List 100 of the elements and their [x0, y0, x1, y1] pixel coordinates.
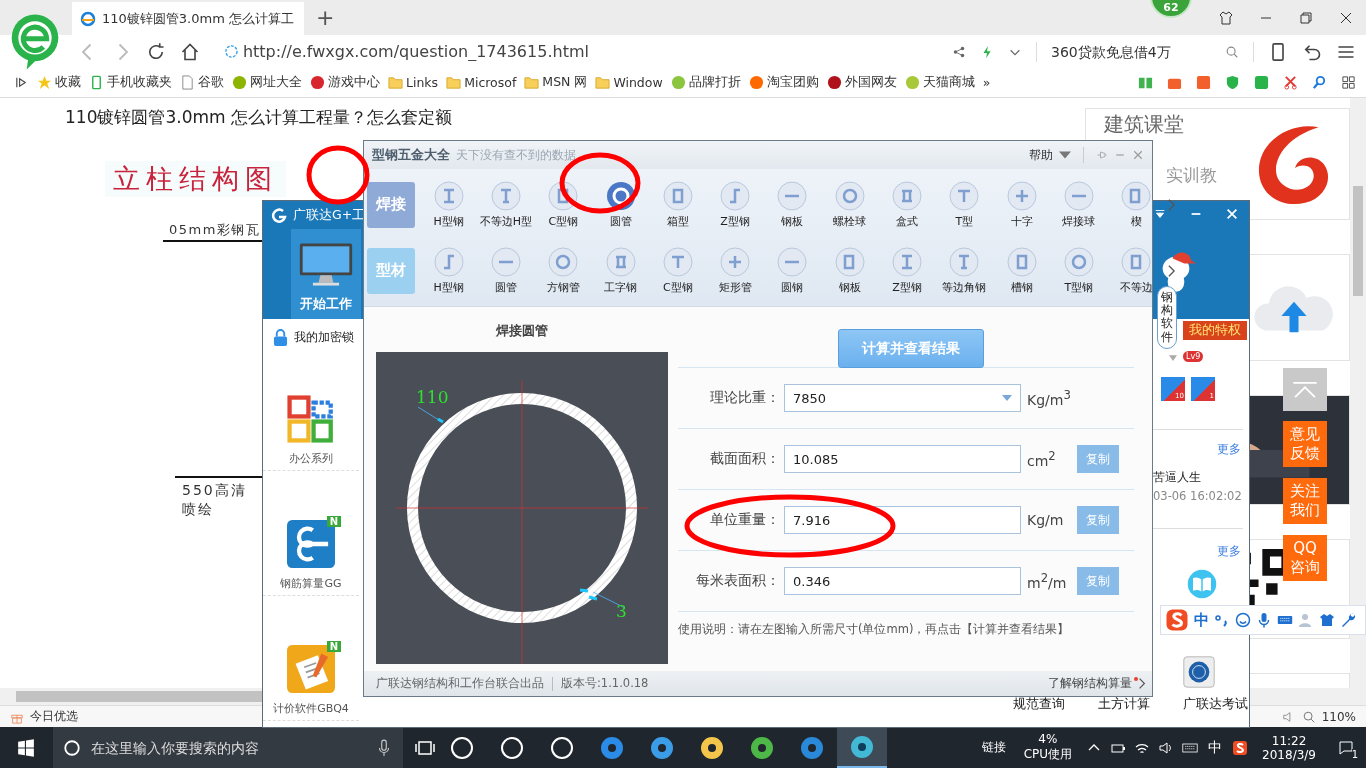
privilege-banner[interactable]: 我的特权 [1183, 321, 1247, 340]
input-language[interactable]: 中 [1208, 738, 1223, 757]
diameter-input[interactable]: 110 [416, 387, 449, 407]
bookmark-item[interactable]: 网址大全 [232, 74, 302, 91]
book-icon[interactable] [1138, 75, 1153, 90]
shape-button[interactable]: 不等边H型 [477, 180, 535, 229]
shape-button[interactable]: C型钢 [649, 246, 707, 295]
search-box[interactable]: 在这里输入你要搜索的内容 [53, 727, 403, 768]
more-link[interactable]: 更多 [1217, 441, 1241, 458]
zoom-icon[interactable] [1301, 709, 1316, 724]
news-title[interactable]: 苦逼人生 [1153, 469, 1201, 486]
clock-time[interactable]: 11:22 [1271, 733, 1307, 748]
bookmark-item[interactable]: Links [388, 75, 439, 90]
bookmark-item[interactable]: Window [595, 75, 663, 90]
links-toolbar[interactable]: 链接 [981, 739, 1006, 756]
app-tile[interactable]: N 计价软件GBQ4 [263, 596, 359, 721]
notification-button[interactable]: 1 [1326, 727, 1366, 768]
app-tile[interactable]: 办公系列 [263, 346, 359, 471]
shape-button[interactable]: 钢板 [821, 246, 879, 295]
lock-link[interactable]: 我的加密锁 [263, 319, 361, 346]
shape-button[interactable]: Z型钢 [706, 180, 764, 229]
nav-item[interactable]: 开始工作 [291, 229, 361, 319]
shape-button[interactable]: T型钢 [1050, 246, 1108, 295]
shape-button[interactable]: 方钢管 [534, 246, 592, 295]
shape-button[interactable]: 矩形管 [706, 246, 764, 295]
bookmark-item[interactable]: 谷歌 [180, 74, 224, 91]
search-field[interactable]: 在这里输入你要搜索的内容 [89, 738, 367, 757]
sogou-logo-icon[interactable] [1165, 608, 1189, 632]
microphone-icon[interactable] [1256, 612, 1272, 628]
translate-icon[interactable] [1254, 75, 1269, 90]
bookmark-item[interactable]: 天猫商城 [904, 74, 975, 91]
close-icon[interactable] [1338, 10, 1354, 26]
discount-icon[interactable] [1196, 75, 1211, 90]
zoom-level[interactable]: 110% [1321, 709, 1356, 724]
chevron-right-icon[interactable] [1138, 677, 1146, 690]
shape-button[interactable]: 十字 [992, 180, 1051, 229]
smiley-icon[interactable] [1235, 612, 1251, 628]
bookmark-item[interactable]: 品牌打折 [670, 74, 741, 91]
tool-link[interactable]: 规范查询 [1013, 696, 1065, 713]
bookmark-item[interactable]: 游戏中心 [310, 74, 380, 91]
dropdown-icon[interactable] [1153, 207, 1167, 221]
search-icon[interactable] [1312, 75, 1327, 90]
shape-button[interactable]: C型钢 [534, 180, 592, 229]
shape-button[interactable]: Z型钢 [878, 246, 936, 295]
shape-button[interactable]: 圆管 [477, 246, 535, 295]
home-icon[interactable] [180, 41, 200, 62]
bookmark-item[interactable]: 收藏 [37, 74, 81, 91]
thickness-input[interactable]: 3 [616, 601, 627, 621]
learn-more-link[interactable]: 了解钢结构算量 [1048, 676, 1132, 691]
bookmark-item[interactable]: Microsof [446, 75, 517, 90]
pipe-section-drawing[interactable] [376, 352, 668, 664]
share-icon[interactable] [952, 44, 966, 59]
search-icon[interactable] [1225, 44, 1239, 59]
shape-button[interactable]: 等边角钢 [935, 246, 993, 295]
sogou-icon[interactable] [1232, 739, 1249, 756]
bookmark-item[interactable]: 外国网友 [826, 74, 897, 91]
value-field[interactable]: 0.346 [784, 567, 1021, 595]
value-field[interactable]: 7.916 [784, 506, 1021, 534]
vertical-scrollbar[interactable] [1350, 98, 1366, 688]
shape-button[interactable]: 圆钢 [763, 246, 822, 295]
shape-button[interactable]: H型钢 [420, 180, 478, 229]
shape-button[interactable]: 槽钢 [992, 246, 1051, 295]
shape-button[interactable]: 圆管 [591, 180, 650, 229]
caret-icon[interactable] [1059, 149, 1071, 161]
input-mode-toggle[interactable]: 中 [1194, 610, 1209, 630]
browser-tab[interactable]: 110镀锌圆管3.0mm 怎么计算工 [72, 2, 304, 35]
chevron-right-icon[interactable] [1166, 263, 1176, 278]
windows-start-icon[interactable] [17, 738, 35, 757]
clock-date[interactable]: 2018/3/9 [1262, 747, 1316, 762]
promo-link[interactable]: 今日优选 [30, 708, 78, 725]
punctuation-icon[interactable] [1214, 612, 1230, 628]
more-bookmarks-button[interactable]: » [982, 75, 991, 90]
scissors-icon[interactable] [1283, 75, 1298, 90]
shape-button[interactable]: 螺栓球 [821, 180, 879, 229]
address-field[interactable]: http://e.fwxgx.com/question_1743615.html [242, 42, 938, 61]
chevron-right-icon[interactable] [1166, 197, 1176, 212]
shield-icon[interactable] [1225, 75, 1240, 90]
shape-button[interactable]: T型 [935, 180, 993, 229]
density-dropdown[interactable]: 7850 [784, 384, 1021, 412]
tool-link[interactable]: 土方计算 [1098, 696, 1150, 713]
giac-badge-icon[interactable] [1183, 656, 1215, 688]
more-link[interactable]: 更多 [1217, 543, 1241, 560]
bookmark-item[interactable]: 淘宝团购 [748, 74, 819, 91]
shape-button[interactable]: 钢板 [763, 180, 822, 229]
bookmark-item[interactable]: MSN 网 [524, 74, 588, 91]
sidebar-toggle-icon[interactable] [14, 75, 29, 90]
restore-icon[interactable] [1298, 10, 1314, 26]
tool-link[interactable]: 广联达考试 [1183, 696, 1248, 713]
shirt-icon[interactable] [1319, 612, 1335, 628]
shape-button[interactable]: 盒式 [878, 180, 936, 229]
grid-icon[interactable] [1341, 75, 1356, 90]
bookmark-item[interactable]: 手机收藏夹 [89, 74, 172, 91]
app-tile[interactable]: N 钢筋算量GG [263, 471, 359, 596]
shape-button[interactable]: 箱型 [649, 180, 707, 229]
help-menu[interactable]: 帮助 [1029, 146, 1053, 164]
reload-icon[interactable] [146, 41, 166, 62]
new-tab-button[interactable]: + [316, 6, 335, 30]
search-field[interactable]: 360贷款免息借4万 [1051, 43, 1211, 60]
shape-button[interactable]: H型钢 [420, 246, 478, 295]
shape-button[interactable]: 工字钢 [591, 246, 650, 295]
